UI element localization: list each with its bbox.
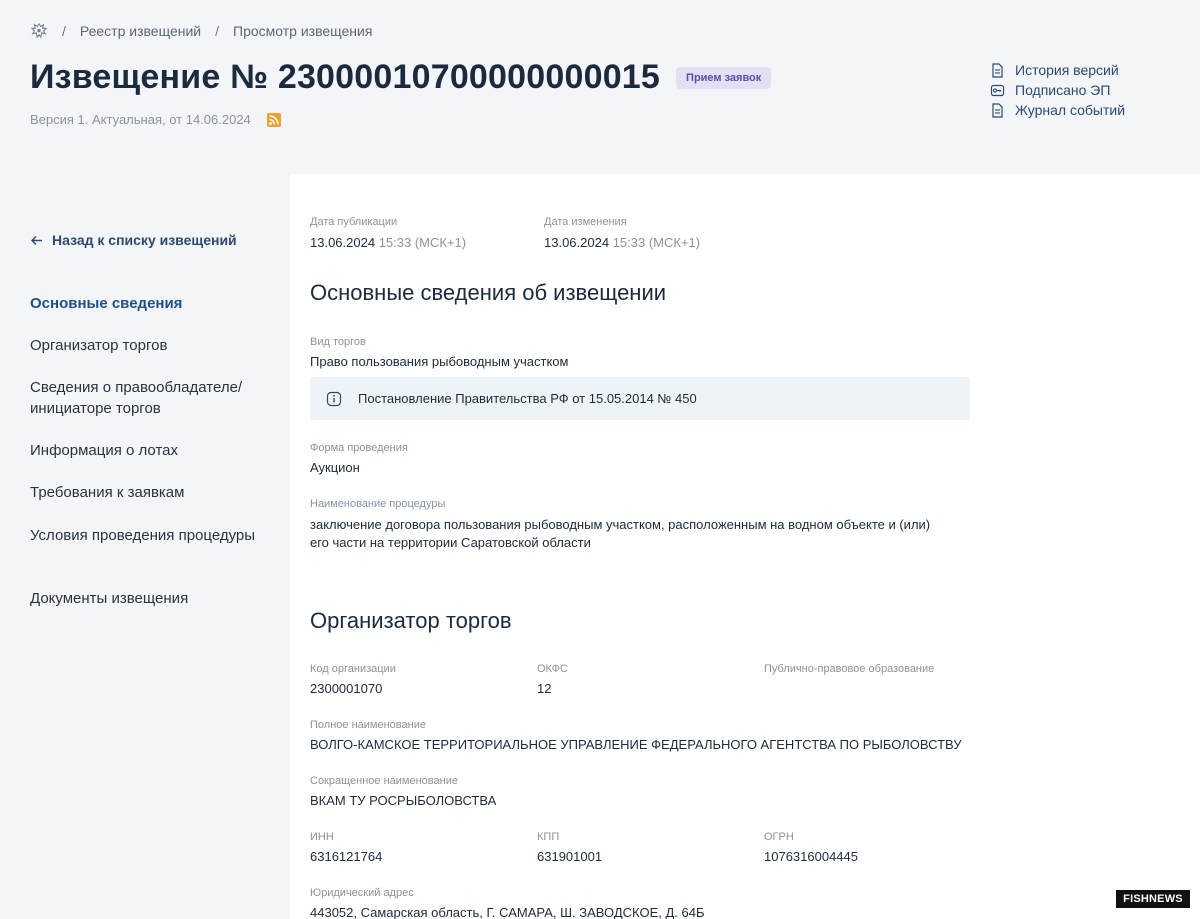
sidebar-item-lots[interactable]: Информация о лотах — [30, 440, 270, 461]
change-date: 13.06.2024 — [544, 235, 610, 250]
breadcrumb-separator: / — [215, 23, 219, 39]
event-log-label: Журнал событий — [1015, 102, 1126, 118]
form-label: Форма проведения — [310, 442, 408, 454]
ogrn-value: 1076316004445 — [764, 849, 858, 864]
okfs-value: 12 — [537, 681, 552, 696]
version-history-label: История версий — [1015, 62, 1119, 78]
short-name-label: Сокращенное наименование — [310, 775, 458, 787]
address-value: 443052, Самарская область, Г. САМАРА, Ш.… — [310, 905, 705, 919]
sidebar-item-basic[interactable]: Основные сведения — [30, 293, 270, 314]
version-history-link[interactable]: История версий — [990, 60, 1125, 80]
sidebar-item-requirements[interactable]: Требования к заявкам — [30, 482, 270, 503]
publication-date: 13.06.2024 — [310, 235, 376, 250]
kpp-value: 631901001 — [537, 849, 603, 864]
signature-label: Подписано ЭП — [1015, 82, 1111, 98]
publication-date-value: 13.06.2024 15:33 (МСК+1) — [310, 235, 466, 250]
main-content: Дата публикации 13.06.2024 15:33 (МСК+1)… — [310, 174, 1200, 919]
version-text: Версия 1. Актуальная, от 14.06.2024 — [30, 112, 251, 127]
back-to-list-label: Назад к списку извещений — [52, 232, 237, 248]
publication-time: 15:33 (МСК+1) — [378, 235, 467, 250]
change-time: 15:33 (МСК+1) — [612, 235, 701, 250]
header-side-links: История версий Подписано ЭП Журнал событ… — [990, 60, 1125, 120]
title-row: Извещение № 23000010700000000015 Прием з… — [30, 58, 772, 97]
breadcrumb-registry[interactable]: Реестр извещений — [80, 23, 201, 39]
publication-date-label: Дата публикации — [310, 216, 398, 228]
watermark-part-a: FISH — [1123, 893, 1150, 905]
sidebar-item-organizer[interactable]: Организатор торгов — [30, 335, 270, 356]
breadcrumb: / Реестр извещений / Просмотр извещения — [30, 20, 372, 42]
ogrn-label: ОГРН — [764, 831, 794, 843]
trade-type-value: Право пользования рыбоводным участком — [310, 354, 569, 369]
document-icon — [992, 62, 1003, 78]
version-row: Версия 1. Актуальная, от 14.06.2024 — [30, 112, 281, 127]
sidebar-item-documents[interactable]: Документы извещения — [30, 588, 270, 609]
document-icon — [992, 102, 1003, 118]
status-badge: Прием заявок — [676, 66, 772, 89]
coat-of-arms-icon[interactable] — [30, 22, 48, 40]
regulation-info-box: Постановление Правительства РФ от 15.05.… — [310, 377, 970, 420]
short-name-value: ВКАМ ТУ РОСРЫБОЛОВСТВА — [310, 793, 497, 808]
change-date-label: Дата изменения — [544, 216, 627, 228]
page-title: Извещение № 23000010700000000015 — [30, 58, 661, 96]
sidebar: Назад к списку извещений Основные сведен… — [0, 174, 290, 919]
sidebar-item-conditions[interactable]: Условия проведения процедуры — [30, 525, 270, 546]
fishnews-watermark: FISH NEWS — [1116, 890, 1190, 908]
procedure-name-label: Наименование процедуры — [310, 498, 446, 510]
full-name-value: ВОЛГО-КАМСКОЕ ТЕРРИТОРИАЛЬНОЕ УПРАВЛЕНИЕ… — [310, 737, 962, 752]
back-to-list-link[interactable]: Назад к списку извещений — [30, 232, 237, 248]
organizer-section-title: Организатор торгов — [310, 608, 512, 633]
breadcrumb-current: Просмотр извещения — [233, 23, 373, 39]
address-label: Юридический адрес — [310, 887, 414, 899]
change-date-value: 13.06.2024 15:33 (МСК+1) — [544, 235, 700, 250]
key-icon — [990, 84, 1005, 96]
sidebar-item-rightholder[interactable]: Сведения о правообладателе/ инициаторе т… — [30, 377, 270, 419]
info-icon — [326, 391, 342, 406]
okfs-label: ОКФС — [537, 663, 568, 675]
basic-section-title: Основные сведения об извещении — [310, 280, 667, 305]
trade-type-label: Вид торгов — [310, 336, 366, 348]
ppo-label: Публично-правовое образование — [764, 663, 935, 675]
rss-icon[interactable] — [266, 112, 281, 127]
inn-label: ИНН — [310, 831, 334, 843]
arrow-left-icon — [31, 235, 42, 245]
form-value: Аукцион — [310, 460, 360, 475]
breadcrumb-separator: / — [62, 23, 66, 39]
signature-link[interactable]: Подписано ЭП — [990, 80, 1125, 100]
watermark-part-b: NEWS — [1149, 893, 1183, 905]
procedure-name-value: заключение договора пользования рыбоводн… — [310, 517, 931, 550]
kpp-label: КПП — [537, 831, 560, 843]
org-code-label: Код организации — [310, 663, 396, 675]
inn-value: 6316121764 — [310, 849, 383, 864]
regulation-text: Постановление Правительства РФ от 15.05.… — [358, 391, 697, 406]
event-log-link[interactable]: Журнал событий — [990, 100, 1125, 120]
org-code-value: 2300001070 — [310, 681, 383, 696]
full-name-label: Полное наименование — [310, 719, 426, 731]
page-header: / Реестр извещений / Просмотр извещения … — [0, 0, 1200, 174]
